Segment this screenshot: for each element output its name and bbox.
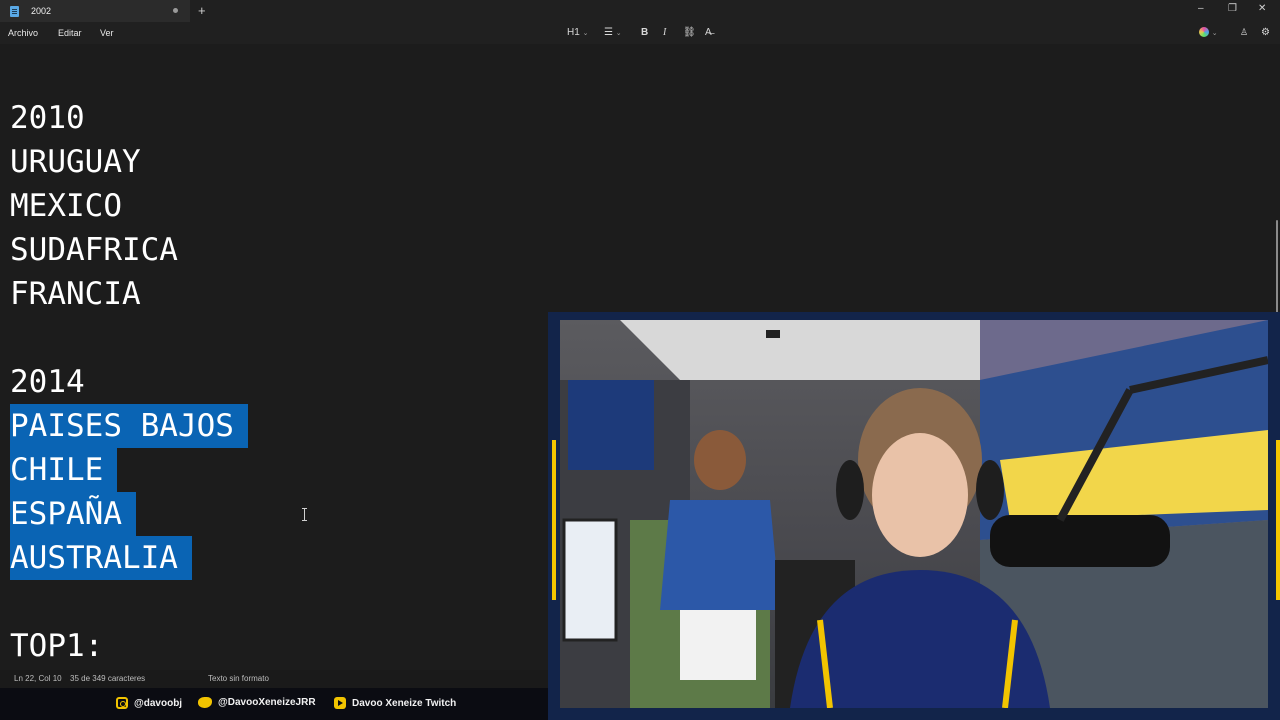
social-overlay-bar: @davoobj @DavooXeneizeJRR Davoo Xeneize … — [0, 688, 560, 720]
instagram-icon — [116, 697, 128, 709]
editor-line: URUGUAY — [10, 144, 141, 180]
editor-line: FRANCIA — [10, 276, 141, 312]
unsaved-dot-icon[interactable] — [173, 8, 178, 13]
settings-gear-icon[interactable]: ⚙ — [1261, 27, 1270, 38]
new-tab-button[interactable]: + — [198, 3, 206, 18]
status-bar: Ln 22, Col 10 35 de 349 caracteres Texto… — [0, 670, 560, 688]
tab-title: 2002 — [31, 6, 52, 16]
editor-line: PAISES BAJOS — [10, 404, 248, 448]
minimize-button[interactable]: – — [1198, 3, 1204, 14]
cursor-position: Ln 22, Col 10 — [14, 674, 62, 683]
editor-line: AUSTRALIA — [10, 536, 192, 580]
tab-document[interactable]: 2002 — [0, 0, 190, 22]
editor-line: TOP1: — [10, 628, 104, 664]
instagram-text: @davoobj — [134, 697, 183, 709]
twitch-text: Davoo Xeneize Twitch — [352, 697, 457, 709]
close-button[interactable]: ✕ — [1258, 3, 1266, 14]
menu-archivo[interactable]: Archivo — [8, 28, 38, 38]
list-dropdown[interactable]: ☰ ⌄ — [604, 27, 622, 38]
editor-line: CHILE — [10, 448, 118, 492]
editor-line: SUDAFRICA — [10, 232, 178, 268]
editor-line: 2014 — [10, 364, 85, 400]
clear-format-button[interactable]: A̶ — [705, 27, 712, 38]
twitter-icon — [198, 697, 212, 708]
heading-dropdown[interactable]: H1 ⌄ — [567, 27, 588, 38]
menu-editar[interactable]: Editar — [58, 28, 82, 38]
editor-line: 2010 — [10, 100, 85, 136]
link-button[interactable]: ⛓ — [683, 27, 696, 38]
copilot-icon — [1199, 27, 1209, 38]
maximize-button[interactable]: ❐ — [1228, 3, 1237, 14]
chevron-down-icon: ⌄ — [615, 30, 622, 37]
twitch-handle: Davoo Xeneize Twitch — [334, 697, 456, 709]
character-count: 35 de 349 caracteres — [70, 674, 146, 683]
instagram-handle: @davoobj — [116, 697, 182, 709]
chevron-down-icon: ⌄ — [1211, 30, 1218, 37]
menu-bar: Archivo Editar Ver H1 ⌄ ☰ ⌄ B I ⛓ A̶ ⌄ ♙… — [0, 22, 1280, 44]
text-cursor-icon — [302, 508, 307, 521]
editor-line: MEXICO — [10, 188, 122, 224]
account-icon[interactable]: ♙ — [1240, 27, 1248, 38]
heading-label: H1 — [567, 27, 580, 38]
format-mode[interactable]: Texto sin formato — [208, 674, 269, 683]
chevron-down-icon: ⌄ — [582, 30, 589, 37]
bold-button[interactable]: B — [641, 27, 648, 38]
twitch-icon — [334, 697, 346, 709]
list-icon: ☰ — [604, 27, 613, 38]
webcam-feed — [560, 320, 1268, 708]
editor-line: ESPAÑA — [10, 492, 136, 536]
italic-button[interactable]: I — [663, 27, 666, 38]
twitter-handle: @DavooXeneizeJRR — [198, 697, 316, 708]
copilot-button[interactable]: ⌄ — [1199, 27, 1218, 38]
twitter-text: @DavooXeneizeJRR — [218, 697, 316, 708]
ceiling-light-icon — [766, 330, 780, 338]
microphone-icon — [990, 515, 1170, 567]
notepad-icon — [10, 5, 19, 17]
title-bar: 2002 + – ❐ ✕ — [0, 0, 1280, 22]
webcam-illustration — [560, 320, 1268, 708]
menu-ver[interactable]: Ver — [100, 28, 114, 38]
